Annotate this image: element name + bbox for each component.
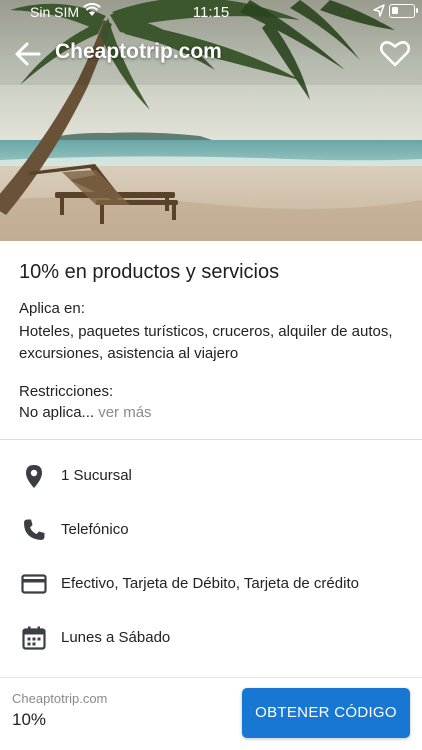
detail-payment: Efectivo, Tarjeta de Débito, Tarjeta de …	[0, 564, 422, 604]
applies-label: Aplica en:	[19, 300, 85, 317]
phone-icon	[24, 519, 45, 540]
location-services-icon	[373, 4, 385, 17]
applies-text: Hoteles, paquetes turísticos, cruceros, …	[19, 323, 393, 362]
battery-icon	[389, 4, 418, 18]
heart-outline-icon	[379, 41, 411, 67]
restrictions-line: No aplica... ver más	[19, 404, 152, 421]
detail-text: Telefónico	[61, 521, 129, 538]
detail-branches: 1 Sucursal	[0, 456, 422, 496]
detail-contact: Telefónico	[0, 510, 422, 550]
divider	[0, 439, 422, 440]
detail-text: 1 Sucursal	[61, 467, 132, 484]
credit-card-icon	[21, 574, 47, 594]
discount-value: 10%	[12, 710, 47, 729]
app-bar: Cheaptotrip.com	[0, 26, 422, 82]
detail-text: Lunes a Sábado	[61, 629, 171, 646]
restrictions-label: Restricciones:	[19, 383, 114, 400]
merchant-name: Cheaptotrip.com	[12, 691, 108, 706]
arrow-left-icon	[15, 42, 41, 66]
status-bar: Sin SIM 11:15	[0, 0, 422, 24]
offer-title: 10% en productos y servicios	[19, 261, 280, 283]
favorite-button[interactable]	[378, 37, 412, 71]
calendar-icon	[22, 626, 46, 650]
location-pin-icon	[26, 465, 42, 488]
see-more-link[interactable]: ver más	[98, 404, 151, 421]
hero-image: Sin SIM 11:15 Cheaptotrip.com	[0, 0, 422, 241]
bottom-bar: Cheaptotrip.com 10% OBTENER CÓDIGO	[0, 677, 422, 750]
restrictions-text: No aplica...	[19, 404, 95, 421]
clock: 11:15	[192, 4, 230, 21]
back-button[interactable]	[12, 38, 44, 70]
detail-schedule: Lunes a Sábado	[0, 618, 422, 658]
detail-text: Efectivo, Tarjeta de Débito, Tarjeta de …	[61, 575, 359, 592]
page-title: Cheaptotrip.com	[55, 40, 222, 63]
get-code-button[interactable]: OBTENER CÓDIGO	[242, 688, 410, 738]
